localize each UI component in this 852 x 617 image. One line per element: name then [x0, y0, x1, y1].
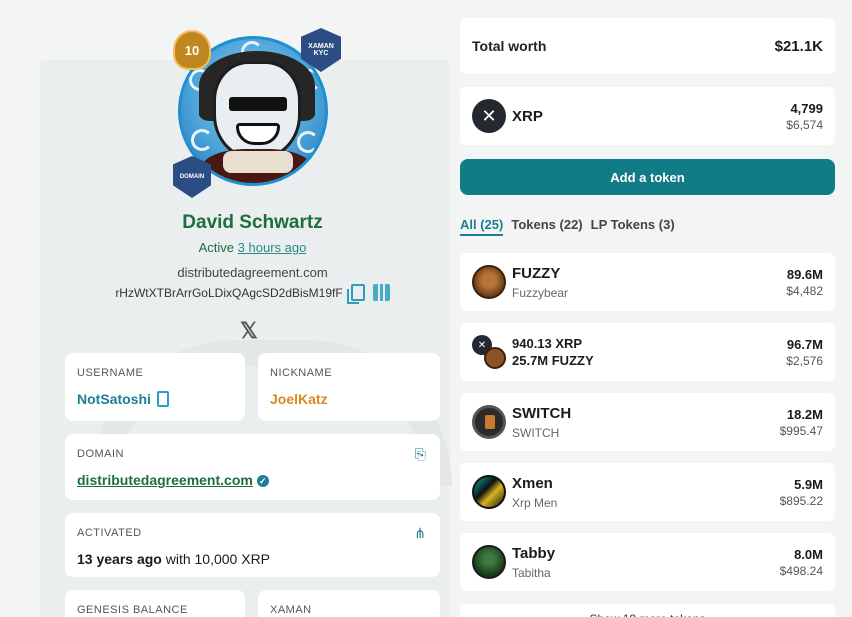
activated-value: 13 years ago with 10,000 XRP	[77, 551, 271, 567]
wallet-column: Total worth $21.1K ✕ XRP 4,799 $6,574 Ad…	[460, 0, 835, 617]
copy-icon[interactable]	[156, 391, 169, 407]
tab-all[interactable]: All (25)	[460, 217, 504, 236]
domain-card: DOMAIN ⎘ distributedagreement.com ✓	[65, 434, 440, 500]
token-tabs: All (25) Tokens (22) LP Tokens (3)	[460, 217, 675, 236]
xmen-icon	[472, 475, 506, 509]
x-social-icon[interactable]: 𝕏	[240, 318, 258, 344]
network-icon[interactable]: ⋔	[414, 525, 426, 542]
add-token-button[interactable]: Add a token	[460, 159, 835, 195]
token-row[interactable]: SWITCH SWITCH 18.2M $995.47	[460, 393, 835, 451]
ten-years-badge-icon: 10	[173, 30, 211, 70]
lp-pair-icon: ✕	[472, 335, 506, 369]
profile-column: 10 XAMAN KYC DOMAIN David Schwartz Activ…	[60, 0, 445, 617]
nickname-value: JoelKatz	[270, 391, 328, 407]
address-row: rHzWtXTBrArrGoLDixQAgcSD2dBisM19fF	[60, 284, 445, 304]
active-status: Active 3 hours ago	[198, 240, 307, 255]
token-usd: $995.47	[779, 423, 823, 438]
profile-name: David Schwartz	[182, 212, 323, 233]
activated-label: ACTIVATED	[77, 527, 142, 539]
genesis-balance-card: GENESIS BALANCE	[65, 590, 245, 617]
xrp-name: XRP	[512, 107, 543, 125]
token-issuer: SWITCH	[512, 425, 560, 440]
token-amount: 96.7M	[786, 336, 823, 352]
token-usd: $4,482	[786, 283, 823, 298]
total-worth-label: Total worth	[472, 38, 547, 54]
domain-label: DOMAIN	[77, 448, 124, 460]
token-amount: 8.0M	[794, 546, 823, 562]
token-name: FUZZY	[512, 264, 561, 282]
nickname-card: NICKNAME JoelKatz	[258, 353, 440, 421]
avatar-group: 10 XAMAN KYC DOMAIN	[173, 28, 345, 200]
xaman-label: XAMAN	[270, 604, 312, 616]
token-row[interactable]: Xmen Xrp Men 5.9M $895.22	[460, 463, 835, 521]
token-amount: 5.9M	[794, 476, 823, 492]
token-issuer: Xrp Men	[512, 495, 558, 510]
username-label: USERNAME	[77, 367, 144, 379]
token-amount: 18.2M	[786, 406, 823, 422]
token-name: SWITCH	[512, 404, 572, 422]
tab-tokens[interactable]: Tokens (22)	[511, 217, 582, 236]
fuzzybear-icon	[472, 265, 506, 299]
verified-icon: ✓	[256, 475, 269, 487]
profile-domain: distributedagreement.com	[177, 265, 328, 280]
account-address: rHzWtXTBrArrGoLDixQAgcSD2dBisM19fF	[115, 285, 343, 300]
qr-code-icon[interactable]	[372, 284, 390, 301]
domain-badge-icon: DOMAIN	[173, 156, 211, 198]
switch-icon	[472, 405, 506, 439]
copy-icon[interactable]	[346, 284, 365, 304]
activated-card: ACTIVATED ⋔ 13 years ago with 10,000 XRP	[65, 513, 440, 577]
token-usd: $895.22	[779, 493, 823, 508]
token-row[interactable]: FUZZY Fuzzybear 89.6M $4,482	[460, 253, 835, 311]
username-card: USERNAME NotSatoshi	[65, 353, 245, 421]
token-row[interactable]: Tabby Tabitha 8.0M $498.24	[460, 533, 835, 591]
total-worth-panel: Total worth $21.1K	[460, 18, 835, 74]
lp-amount-1: 940.13 XRP	[512, 336, 583, 351]
lp-amount-2: 25.7M FUZZY	[512, 353, 594, 368]
xrp-usd: $6,574	[786, 117, 823, 132]
last-active-link[interactable]: 3 hours ago	[238, 240, 307, 255]
token-name: Xmen	[512, 474, 553, 492]
token-name: Tabby	[512, 544, 556, 562]
xrp-icon: ✕	[472, 99, 506, 133]
xrp-amount: 4,799	[790, 100, 823, 116]
token-usd: $2,576	[786, 353, 823, 368]
show-more-tokens-button[interactable]: Show 19 more tokens	[460, 604, 835, 617]
token-usd: $498.24	[779, 563, 823, 578]
genesis-label: GENESIS BALANCE	[77, 604, 188, 616]
token-amount: 89.6M	[786, 266, 823, 282]
document-check-icon[interactable]: ⎘	[415, 446, 426, 463]
tab-lp-tokens[interactable]: LP Tokens (3)	[591, 217, 675, 236]
xaman-card: XAMAN	[258, 590, 440, 617]
domain-link[interactable]: distributedagreement.com	[77, 472, 253, 488]
tabby-icon	[472, 545, 506, 579]
token-issuer: Tabitha	[512, 565, 551, 580]
token-issuer: Fuzzybear	[512, 285, 569, 300]
domain-value: distributedagreement.com ✓	[77, 472, 428, 488]
token-row[interactable]: ✕ 940.13 XRP 25.7M FUZZY 96.7M $2,576	[460, 323, 835, 381]
total-worth-value: $21.1K	[774, 37, 823, 55]
username-value: NotSatoshi	[77, 391, 233, 407]
nickname-label: NICKNAME	[270, 367, 333, 379]
xrp-balance-row[interactable]: ✕ XRP 4,799 $6,574	[460, 87, 835, 145]
